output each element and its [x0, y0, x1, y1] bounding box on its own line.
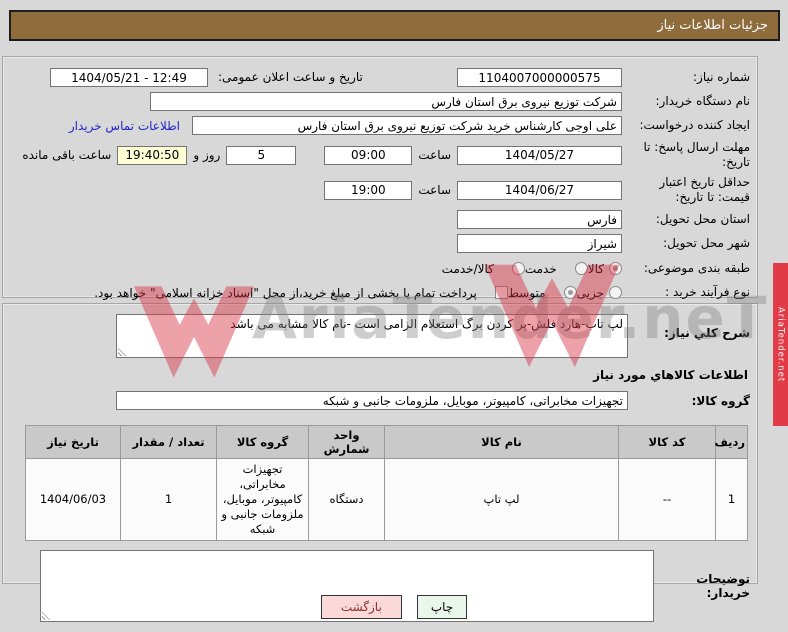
- goods-table-header-row: ردیف کد کالا نام کالا واحد شمارش گروه کا…: [25, 425, 748, 459]
- treasury-payment-checkbox[interactable]: [494, 286, 508, 299]
- buyer-org-label: نام دستگاه خریدار:: [655, 94, 751, 108]
- price-validity-date-field[interactable]: 1404/06/27: [457, 180, 622, 200]
- description-textarea[interactable]: لپ تاب-هارد فلش-پر کردن برگ استعلام الزا…: [116, 314, 628, 358]
- price-validity-label: حداقل تاریخ اعتبار قیمت: تا تاریخ:: [659, 175, 750, 204]
- col-header-unit: واحد شمارش: [308, 425, 385, 459]
- process-type-label: نوع فرآیند خرید :: [665, 285, 750, 299]
- row-price-validity: حداقل تاریخ اعتبار قیمت: تا تاریخ: 1404/…: [10, 175, 750, 205]
- radio-partial[interactable]: [609, 286, 622, 299]
- col-header-goods-code: کد کالا: [618, 425, 716, 459]
- radio-goods-label: کالا: [587, 261, 604, 276]
- goods-info-groupbox: شرح کلي نیاز: لپ تاب-هارد فلش-پر کردن بر…: [2, 303, 758, 622]
- resize-grip-icon[interactable]: [118, 347, 127, 356]
- radio-service[interactable]: [574, 262, 588, 275]
- need-number-field[interactable]: 1104007000000575: [457, 68, 622, 87]
- cell-goods-name: لپ تاپ: [384, 458, 619, 541]
- col-header-goods-group: گروه کالا: [216, 425, 309, 459]
- delivery-province-label: استان محل تحویل:: [655, 212, 750, 226]
- cell-goods-code: --: [618, 458, 716, 541]
- cell-goods-group: تجهیزات مخابراتی، کامپیوتر، موبایل، ملزو…: [216, 458, 309, 541]
- response-deadline-time-field[interactable]: 09:00: [324, 145, 413, 165]
- row-subject-class: طبقه بندی موضوعی: کالا خدمت کالا/خدمت: [10, 259, 750, 278]
- delivery-city-field[interactable]: شیراز: [457, 234, 622, 253]
- cell-quantity: 1: [120, 458, 217, 541]
- response-deadline-label: مهلت ارسال پاسخ: تا تاریخ:: [643, 140, 750, 169]
- radio-goods-service-label: کالا/خدمت: [441, 261, 494, 276]
- description-text: لپ تاب-هارد فلش-پر کردن برگ استعلام الزا…: [230, 317, 623, 331]
- table-row: 1 -- لپ تاپ دستگاه تجهیزات مخابراتی، کام…: [25, 458, 748, 541]
- row-process-type: نوع فرآیند خرید : جزیی متوسط پرداخت تمام…: [10, 283, 750, 302]
- description-label: شرح کلي نیاز:: [664, 326, 750, 340]
- treasury-payment-label: پرداخت تمام یا بخشی از مبلغ خرید،از محل …: [94, 285, 477, 300]
- buyer-contact-link[interactable]: اطلاعات تماس خریدار: [69, 119, 180, 133]
- row-delivery-city: شهر محل تحویل: شیراز: [10, 234, 750, 253]
- col-header-goods-name: نام کالا: [384, 425, 619, 459]
- subject-class-label: طبقه بندی موضوعی:: [643, 261, 750, 275]
- announce-datetime-label: تاریخ و ساعت اعلان عمومی:: [218, 70, 363, 84]
- goods-group-label: گروه کالا:: [691, 393, 750, 408]
- need-info-groupbox: شماره نیاز: 1104007000000575 تاریخ و ساع…: [2, 56, 758, 300]
- col-header-quantity: تعداد / مقدار: [120, 425, 217, 459]
- cell-unit: دستگاه: [308, 458, 385, 541]
- watermark-side-banner: AriaTender.net: [773, 263, 788, 426]
- col-header-row-number: ردیف: [714, 425, 748, 459]
- delivery-province-field[interactable]: فارس: [457, 210, 622, 229]
- remaining-days-field: 5: [226, 145, 297, 165]
- cell-row-number: 1: [715, 458, 748, 541]
- print-button[interactable]: چاپ: [416, 595, 468, 619]
- row-goods-group: گروه کالا: تجهیزات مخابراتی، کامپیوتر، م…: [10, 391, 750, 410]
- row-delivery-province: استان محل تحویل: فارس: [10, 210, 750, 229]
- radio-service-label: خدمت: [524, 261, 557, 276]
- row-need-number: شماره نیاز: 1104007000000575 تاریخ و ساع…: [10, 68, 750, 87]
- need-number-label: شماره نیاز:: [693, 70, 750, 84]
- row-description: شرح کلي نیاز: لپ تاب-هارد فلش-پر کردن بر…: [10, 314, 750, 358]
- announce-datetime-field[interactable]: 1404/05/21 - 12:49: [50, 68, 208, 87]
- row-creator: ایجاد کننده درخواست: علی اوجی کارشناس خر…: [10, 116, 750, 135]
- remaining-time-field: 19:40:50: [117, 145, 188, 165]
- row-response-deadline: مهلت ارسال پاسخ: تا تاریخ: 1404/05/27 سا…: [10, 140, 750, 170]
- radio-medium-label: متوسط: [507, 285, 546, 300]
- row-buyer-org: نام دستگاه خریدار: شرکت توزیع نیروی برق …: [10, 92, 750, 111]
- response-deadline-hour-label: ساعت: [418, 148, 451, 162]
- response-deadline-date-field[interactable]: 1404/05/27: [457, 145, 622, 165]
- back-button[interactable]: بازگشت: [320, 595, 402, 619]
- creator-label: ایجاد کننده درخواست:: [639, 118, 750, 132]
- page-title: جزئیات اطلاعات نیاز: [657, 18, 768, 33]
- cell-need-date: 1404/06/03: [25, 458, 121, 541]
- col-header-need-date: تاریخ نیاز: [25, 425, 121, 459]
- delivery-city-label: شهر محل تحویل:: [663, 236, 750, 250]
- buyer-org-field[interactable]: شرکت توزیع نیروی برق استان فارس: [150, 92, 622, 111]
- goods-section-title: اطلاعات کالاهاي مورد نیاز: [593, 368, 748, 382]
- creator-field[interactable]: علی اوجی کارشناس خرید شرکت توزیع نیروی ب…: [192, 116, 622, 135]
- remaining-suffix-label: ساعت باقی مانده: [22, 148, 112, 162]
- radio-partial-label: جزیی: [576, 285, 604, 300]
- radio-goods[interactable]: [609, 262, 622, 275]
- goods-group-field[interactable]: تجهیزات مخابراتی، کامپیوتر، موبایل، ملزو…: [116, 391, 628, 410]
- radio-goods-service[interactable]: [511, 262, 525, 275]
- footer-buttons: چاپ بازگشت: [0, 595, 788, 619]
- price-validity-hour-label: ساعت: [418, 183, 451, 197]
- remaining-days-label: روز و: [193, 148, 221, 162]
- price-validity-time-field[interactable]: 19:00: [324, 180, 413, 200]
- page-title-bar: جزئیات اطلاعات نیاز: [9, 10, 780, 41]
- radio-medium[interactable]: [563, 286, 577, 299]
- goods-table: ردیف کد کالا نام کالا واحد شمارش گروه کا…: [25, 425, 748, 541]
